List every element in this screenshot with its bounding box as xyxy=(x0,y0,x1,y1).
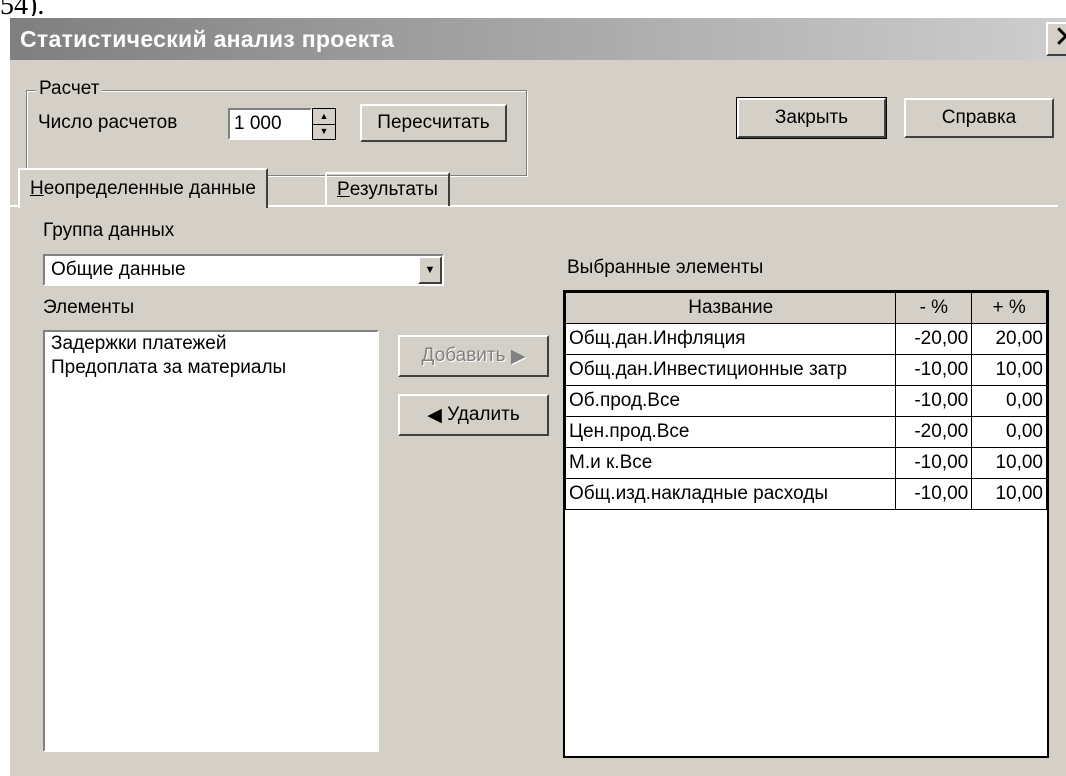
data-group-label: Группа данных xyxy=(43,220,175,241)
close-button[interactable]: Закрыть xyxy=(736,97,887,139)
cell-plus[interactable]: 0,00 xyxy=(971,416,1047,448)
cell-minus[interactable]: -10,00 xyxy=(895,478,973,510)
tab-results-label: езультаты xyxy=(349,179,438,200)
selected-elements-table: Название - % + % Общ.дан.Инфляция -20,00… xyxy=(564,292,1047,510)
cell-minus[interactable]: -10,00 xyxy=(895,385,973,417)
table-row[interactable]: Общ.дан.Инфляция -20,00 20,00 xyxy=(564,323,1047,355)
column-header-minus[interactable]: - % xyxy=(895,292,973,324)
list-item[interactable]: Задержки платежей xyxy=(45,332,377,356)
cell-plus[interactable]: 0,00 xyxy=(971,385,1047,417)
cell-name[interactable]: Общ.дан.Инвестиционные затр xyxy=(564,354,897,386)
table-row[interactable]: М.и к.Все -10,00 10,00 xyxy=(564,447,1047,479)
cell-plus[interactable]: 10,00 xyxy=(971,354,1047,386)
add-button[interactable]: Добавить ▶ xyxy=(398,335,549,377)
elements-label: Элементы xyxy=(43,297,135,318)
cell-plus[interactable]: 10,00 xyxy=(971,478,1047,510)
table-row[interactable]: Общ.изд.накладные расходы -10,00 10,00 xyxy=(564,478,1047,510)
arrow-right-icon: ▶ xyxy=(510,345,526,367)
tab-results[interactable]: Результаты xyxy=(325,172,450,206)
tab-results-accel: Р xyxy=(337,179,350,200)
remove-button[interactable]: ◀ Удалить xyxy=(398,394,549,436)
recalculate-button[interactable]: Пересчитать xyxy=(360,104,507,142)
cell-minus[interactable]: -10,00 xyxy=(895,354,973,386)
arrow-left-icon: ◀ xyxy=(427,404,442,426)
close-icon: ✕ xyxy=(1053,20,1066,55)
spin-down-icon[interactable]: ▼ xyxy=(313,124,335,139)
column-header-plus[interactable]: + % xyxy=(971,292,1047,324)
calc-count-spinner[interactable]: ▲ ▼ xyxy=(312,108,336,140)
spin-up-icon[interactable]: ▲ xyxy=(313,109,335,125)
elements-listbox[interactable]: Задержки платежей Предоплата за материал… xyxy=(43,330,379,752)
add-button-label: Добавить xyxy=(421,345,506,366)
tab-uncertain-data-accel: Н xyxy=(30,178,44,199)
tab-uncertain-data[interactable]: Неопределенные данные xyxy=(18,168,268,208)
cell-name[interactable]: Цен.прод.Все xyxy=(564,416,897,448)
cell-minus[interactable]: -20,00 xyxy=(895,416,973,448)
close-window-button[interactable]: ✕ xyxy=(1046,22,1066,56)
table-header-row: Название - % + % xyxy=(564,292,1047,324)
tab-uncertain-data-label: еопределенные данные xyxy=(43,178,256,199)
cell-name[interactable]: Общ.изд.накладные расходы xyxy=(564,478,897,510)
cell-minus[interactable]: -10,00 xyxy=(895,447,973,479)
calc-count-input[interactable]: 1 000 xyxy=(228,108,312,140)
table-row[interactable]: Общ.дан.Инвестиционные затр -10,00 10,00 xyxy=(564,354,1047,386)
cell-plus[interactable]: 20,00 xyxy=(971,323,1047,355)
selected-elements-label: Выбранные элементы xyxy=(567,257,764,278)
cell-name[interactable]: Об.прод.Все xyxy=(564,385,897,417)
cell-name[interactable]: М.и к.Все xyxy=(564,447,897,479)
column-header-name[interactable]: Название xyxy=(564,292,897,324)
list-item[interactable]: Предоплата за материалы xyxy=(45,356,377,380)
dialog-title: Статистический анализ проекта xyxy=(20,25,395,52)
table-row[interactable]: Об.прод.Все -10,00 0,00 xyxy=(564,385,1047,417)
cell-plus[interactable]: 10,00 xyxy=(971,447,1047,479)
title-bar[interactable]: Статистический анализ проекта xyxy=(10,18,1066,60)
cell-minus[interactable]: -20,00 xyxy=(895,323,973,355)
remove-button-label: Удалить xyxy=(447,404,520,425)
table-row[interactable]: Цен.прод.Все -20,00 0,00 xyxy=(564,416,1047,448)
calc-group-label: Расчет xyxy=(36,78,103,100)
data-group-select[interactable]: Общие данные xyxy=(43,254,444,286)
chevron-down-icon[interactable]: ▼ xyxy=(418,256,442,284)
cell-name[interactable]: Общ.дан.Инфляция xyxy=(564,323,897,355)
selected-elements-grid[interactable]: Название - % + % Общ.дан.Инфляция -20,00… xyxy=(563,290,1049,758)
calc-count-label: Число расчетов xyxy=(38,112,178,133)
help-button[interactable]: Справка xyxy=(904,98,1054,138)
